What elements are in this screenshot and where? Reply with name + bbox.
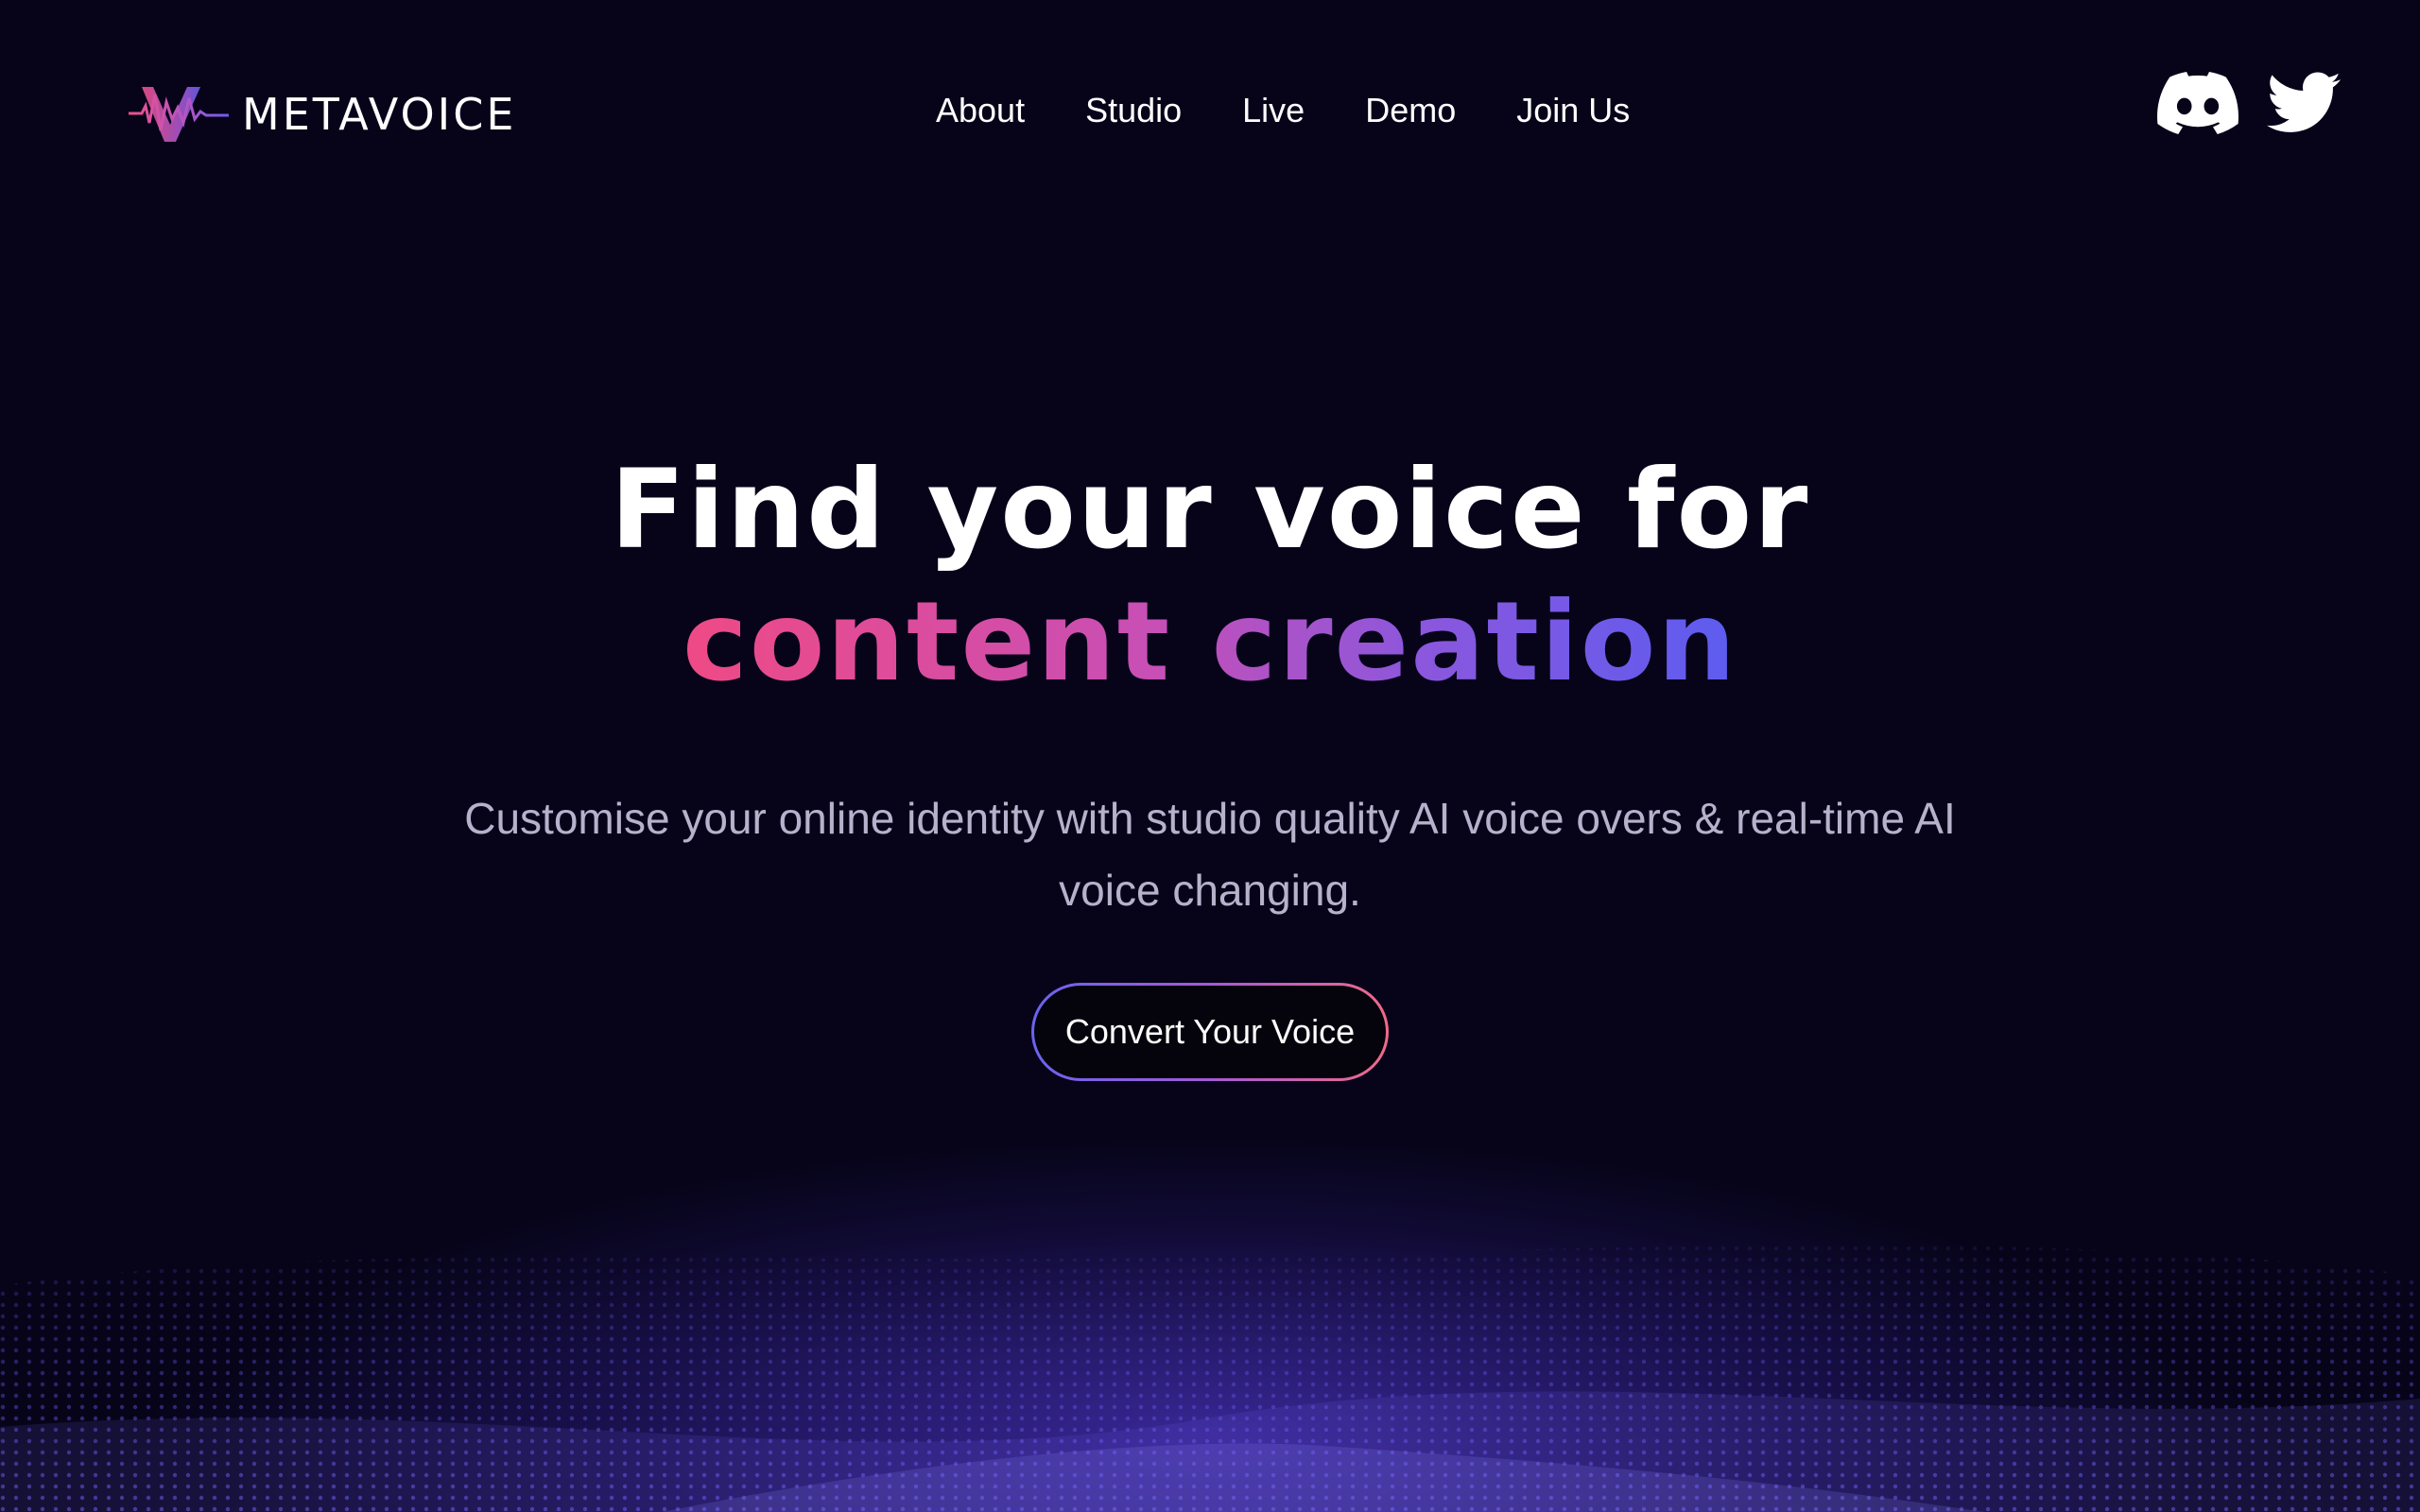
nav-studio-link[interactable]: Studio [1085, 87, 1182, 134]
hero-subtitle: Customise your online identity with stud… [464, 794, 1956, 915]
site-header: METAVOICE About Studio Live Demo Join Us [0, 0, 2420, 223]
nav-join-us-link[interactable]: Join Us [1516, 87, 1630, 134]
main-navigation: About Studio Live Demo Join Us [936, 87, 1630, 134]
social-links [2157, 72, 2341, 134]
discord-icon [2157, 72, 2238, 134]
hero-title-line-1: Find your voice for [610, 446, 1810, 574]
metavoice-logo[interactable]: METAVOICE [129, 81, 516, 147]
landing-page: METAVOICE About Studio Live Demo Join Us… [0, 0, 2420, 1512]
waveform-logo-icon [129, 87, 229, 142]
brand-wordmark: METAVOICE [242, 89, 517, 140]
convert-your-voice-button[interactable]: Convert Your Voice [1034, 986, 1386, 1078]
nav-demo-link[interactable]: Demo [1365, 87, 1456, 134]
hero-title: Find your voice for content creation [0, 444, 2420, 709]
cta-gradient-border: Convert Your Voice [1031, 983, 1389, 1081]
twitter-link[interactable] [2267, 72, 2341, 134]
nav-about-link[interactable]: About [936, 87, 1025, 134]
dotted-wave-background [0, 1245, 2420, 1512]
nav-live-link[interactable]: Live [1242, 87, 1305, 134]
hero-title-line-2: content creation [683, 576, 1737, 709]
twitter-icon [2267, 72, 2341, 132]
discord-link[interactable] [2157, 72, 2238, 134]
